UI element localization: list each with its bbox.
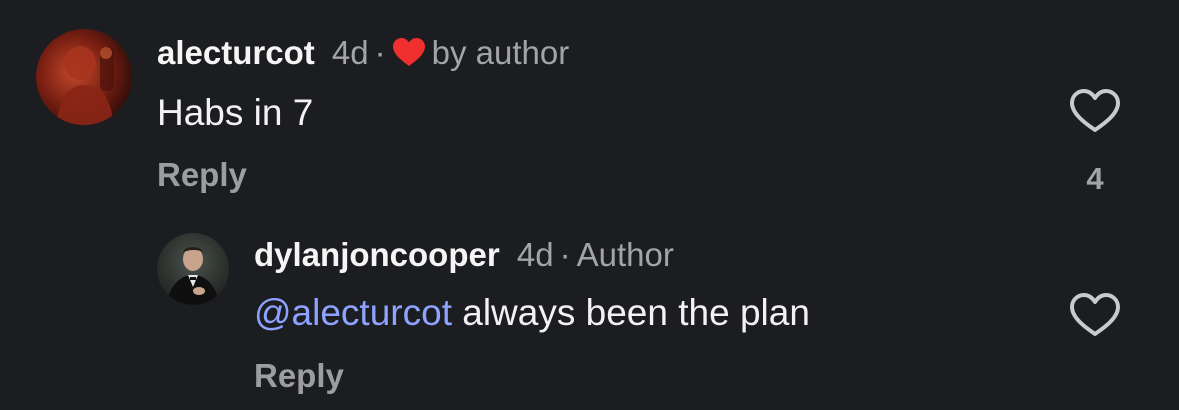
like-button[interactable] bbox=[1069, 292, 1121, 338]
comment-text: Habs in 7 bbox=[157, 92, 314, 133]
like-count: 4 bbox=[1086, 161, 1104, 196]
reply-text-content: always been the plan bbox=[451, 292, 810, 333]
reply-avatar[interactable] bbox=[157, 233, 229, 305]
comment-username[interactable]: alecturcot bbox=[157, 34, 315, 71]
comment-age: 4d bbox=[331, 34, 369, 71]
reply-avatar-image bbox=[157, 233, 229, 305]
reply-comment: dylanjoncooper 4d · Author @alecturcot alw… bbox=[0, 200, 1179, 410]
comment-header: alecturcot 4d · by author bbox=[157, 33, 569, 73]
reply-header: dylanjoncooper 4d · Author bbox=[254, 235, 674, 275]
liked-by-author-label: by author bbox=[431, 34, 570, 71]
reply-text: @alecturcot always been the plan bbox=[254, 291, 810, 335]
heart-outline-icon bbox=[1070, 89, 1120, 132]
meta-separator: · bbox=[559, 236, 571, 273]
author-badge: Author bbox=[576, 236, 674, 273]
comment: alecturcot 4d · by author Habs in 7 Reply … bbox=[0, 0, 1179, 200]
mention-link[interactable]: @alecturcot bbox=[254, 292, 452, 333]
reply-username[interactable]: dylanjoncooper bbox=[254, 236, 500, 273]
avatar-image bbox=[36, 29, 132, 125]
meta-separator: · bbox=[374, 34, 386, 71]
avatar[interactable] bbox=[36, 29, 132, 125]
reply-button[interactable]: Reply bbox=[254, 356, 344, 396]
reply-button[interactable]: Reply bbox=[157, 155, 247, 195]
reply-age: 4d bbox=[516, 236, 554, 273]
heart-outline-icon bbox=[1070, 293, 1120, 336]
author-liked-heart-icon bbox=[392, 38, 425, 66]
like-button[interactable] bbox=[1069, 88, 1121, 134]
